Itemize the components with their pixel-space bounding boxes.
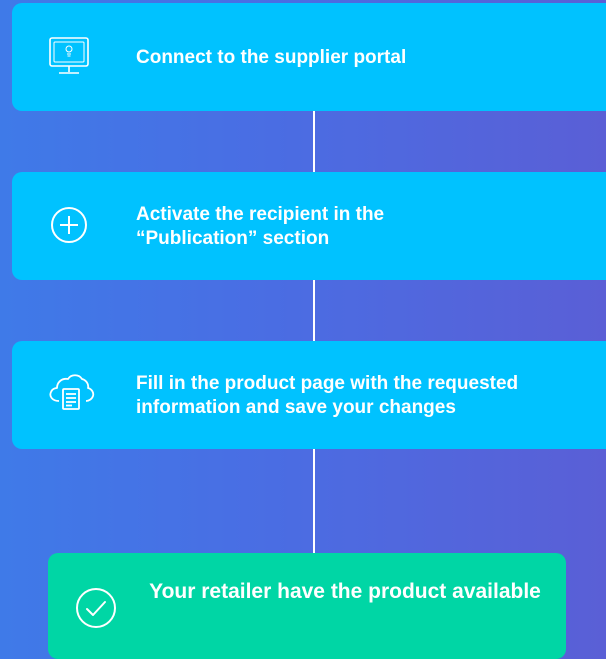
step-3-text: Fill in the product page with the reques… <box>136 373 519 418</box>
connector-3-final <box>313 449 315 553</box>
step-2-text: Activate the recipient in the “Publicati… <box>136 204 385 249</box>
final-result-box: Your retailer have the product available <box>48 553 566 659</box>
monitor-icon <box>46 33 92 79</box>
step-3-box: Fill in the product page with the reques… <box>12 341 606 449</box>
check-circle-icon <box>74 586 118 630</box>
step-2-box: Activate the recipient in the “Publicati… <box>12 172 606 280</box>
step-1-box: Connect to the supplier portal <box>12 3 606 111</box>
connector-2-3 <box>313 280 315 341</box>
cloud-document-icon <box>46 367 95 413</box>
plus-circle-icon <box>46 202 92 248</box>
step-1-text: Connect to the supplier portal <box>136 47 407 68</box>
final-result-text: Your retailer have the product available <box>149 580 541 603</box>
connector-1-2 <box>313 111 315 172</box>
